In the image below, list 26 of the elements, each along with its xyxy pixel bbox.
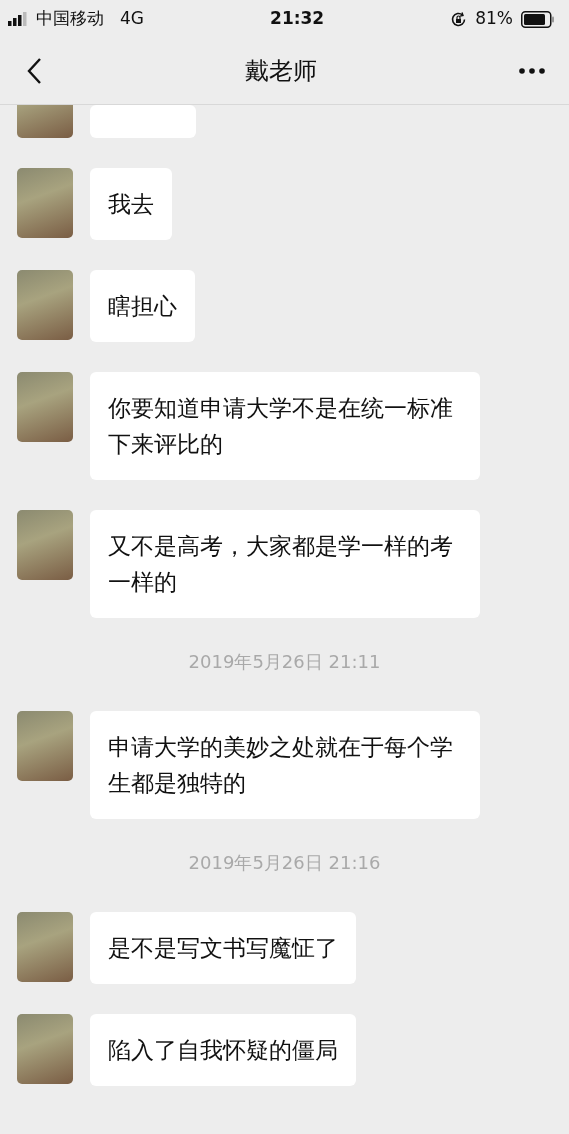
avatar — [17, 168, 73, 238]
avatar — [17, 711, 73, 781]
message-bubble: 是不是写文书写魔怔了 — [90, 912, 356, 984]
carrier-name: 中国移动 — [36, 7, 104, 31]
message-bubble: 申请大学的美妙之处就在于每个学生都是独特的 — [90, 711, 480, 819]
avatar — [17, 372, 73, 442]
back-icon[interactable] — [26, 57, 42, 85]
message-bubble: 我去 — [90, 168, 172, 240]
battery-icon — [521, 10, 555, 28]
clock: 21:32 — [270, 7, 325, 31]
avatar — [17, 912, 73, 982]
avatar — [17, 270, 73, 340]
avatar — [17, 510, 73, 580]
more-icon[interactable] — [519, 68, 545, 74]
timestamp: 2019年5月26日 21:11 — [187, 650, 382, 674]
signal-icon — [8, 12, 28, 26]
message-bubble: 又不是高考，大家都是学一样的考一样的 — [90, 510, 480, 618]
network-type: 4G — [120, 7, 144, 31]
rotation-lock-icon — [450, 10, 468, 28]
avatar — [17, 1014, 73, 1084]
message-bubble: 瞎担心 — [90, 270, 195, 342]
timestamp: 2019年5月26日 21:16 — [187, 851, 382, 875]
message-bubble: 你要知道申请大学不是在统一标准下来评比的 — [90, 372, 480, 480]
battery-percent: 81% — [475, 7, 513, 31]
chat-title: 戴老师 — [244, 56, 317, 87]
message-bubble: 陷入了自我怀疑的僵局 — [90, 1014, 356, 1086]
